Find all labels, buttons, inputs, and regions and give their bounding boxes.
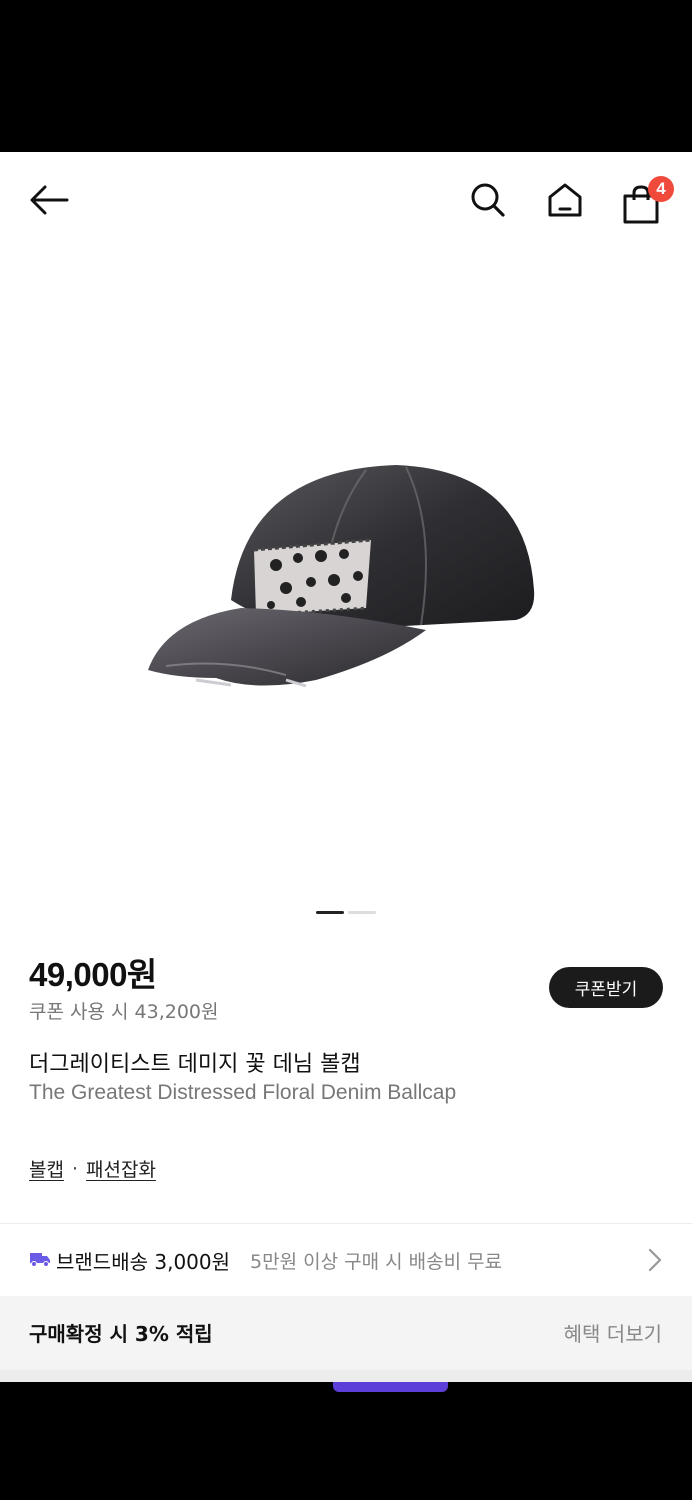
reward-points-row: 구매확정 시 3% 적립 혜택 더보기 xyxy=(0,1296,692,1370)
search-button[interactable] xyxy=(464,176,512,224)
shipping-info-row[interactable]: 브랜드배송 3,000원 5만원 이상 구매 시 배송비 무료 xyxy=(0,1224,692,1296)
cart-count-badge: 4 xyxy=(648,176,674,202)
pager-dot-active[interactable] xyxy=(316,911,344,914)
section-gap xyxy=(0,1370,692,1382)
product-image[interactable] xyxy=(0,247,692,892)
home-icon xyxy=(548,183,582,217)
shipping-label: 브랜드배송 3,000원 xyxy=(56,1250,231,1274)
status-bar-area xyxy=(0,0,692,152)
category-separator: · xyxy=(71,1157,79,1180)
cart-button[interactable]: 4 xyxy=(618,174,674,226)
reward-label: 구매확정 시 3% 적립 xyxy=(29,1322,213,1346)
product-detail-screen: 4 49,000원 쿠폰 사용 시 43,200원 쿠폰받기 더그레이티스트 데… xyxy=(0,152,692,1382)
chevron-right-icon xyxy=(648,1248,662,1272)
bottom-black-area xyxy=(0,1382,692,1500)
category-link-fashion-goods[interactable]: 패션잡화 xyxy=(86,1155,156,1182)
back-button[interactable] xyxy=(22,176,76,224)
coupon-price: 쿠폰 사용 시 43,200원 xyxy=(29,1001,219,1023)
get-coupon-button[interactable]: 쿠폰받기 xyxy=(549,967,663,1008)
free-shipping-note: 5만원 이상 구매 시 배송비 무료 xyxy=(250,1251,503,1273)
arrow-left-icon xyxy=(30,185,69,215)
bottom-sheet-peek xyxy=(333,1382,448,1392)
top-navigation: 4 xyxy=(0,152,692,247)
ballcap-image xyxy=(148,464,535,687)
category-breadcrumb: 볼캡 · 패션잡화 xyxy=(29,1155,156,1182)
category-link-ballcap[interactable]: 볼캡 xyxy=(29,1155,64,1182)
home-button[interactable] xyxy=(541,176,589,224)
pager-dot[interactable] xyxy=(348,911,376,914)
truck-icon xyxy=(30,1253,50,1267)
search-icon xyxy=(471,183,505,217)
product-title-english: The Greatest Distressed Floral Denim Bal… xyxy=(29,1081,457,1104)
image-pager xyxy=(316,911,376,914)
product-price: 49,000원 xyxy=(29,956,157,993)
product-title-korean: 더그레이티스트 데미지 꽃 데님 볼캡 xyxy=(29,1052,361,1077)
benefits-more-link[interactable]: 혜택 더보기 xyxy=(564,1318,662,1347)
